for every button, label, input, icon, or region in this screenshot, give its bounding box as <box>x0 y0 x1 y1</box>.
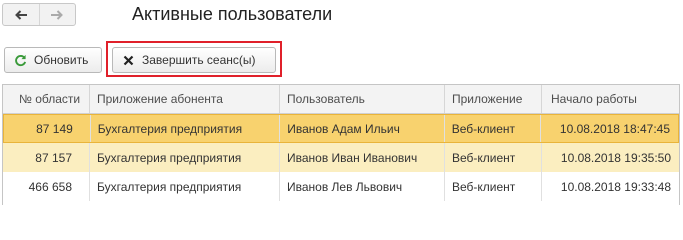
column-header-subscriber-app[interactable]: Приложение абонента <box>89 85 279 113</box>
back-button[interactable] <box>3 4 39 25</box>
cell-user: Иванов Лев Львович <box>279 172 444 201</box>
table-row[interactable]: 87 157 Бухгалтерия предприятия Иванов Ив… <box>3 143 679 172</box>
column-header-user[interactable]: Пользователь <box>279 85 444 113</box>
cell-start: 10.08.2018 19:35:50 <box>541 143 679 172</box>
cell-area: 466 658 <box>28 179 72 194</box>
cell-start: 10.08.2018 19:33:48 <box>541 172 679 201</box>
table-header: № области Приложение абонента Пользовате… <box>3 85 679 114</box>
cell-area: 87 149 <box>36 121 73 136</box>
end-session-label: Завершить сеанс(ы) <box>142 53 256 67</box>
forward-button[interactable] <box>38 4 76 25</box>
refresh-button[interactable]: Обновить <box>4 47 102 73</box>
sessions-table: № области Приложение абонента Пользовате… <box>2 84 680 205</box>
nav-buttons <box>2 3 76 26</box>
end-session-button[interactable]: Завершить сеанс(ы) <box>112 47 276 73</box>
cell-app: Веб-клиент <box>443 115 541 142</box>
refresh-icon <box>13 53 27 67</box>
table-row[interactable]: 466 658 Бухгалтерия предприятия Иванов Л… <box>3 172 679 201</box>
cell-subscriber-app: Бухгалтерия предприятия <box>89 143 279 172</box>
cell-user: Иванов Адам Ильич <box>279 115 444 142</box>
column-header-app[interactable]: Приложение <box>444 85 541 113</box>
arrow-right-icon <box>51 9 64 20</box>
cell-start: 10.08.2018 18:47:45 <box>540 115 678 142</box>
cell-area: 87 157 <box>35 150 72 165</box>
cell-app: Веб-клиент <box>444 143 541 172</box>
cell-user: Иванов Иван Иванович <box>279 143 444 172</box>
column-header-area[interactable]: № области <box>3 85 89 113</box>
cell-subscriber-app: Бухгалтерия предприятия <box>89 115 279 142</box>
close-icon <box>121 53 135 67</box>
cell-app: Веб-клиент <box>444 172 541 201</box>
table-row[interactable]: 87 149 Бухгалтерия предприятия Иванов Ад… <box>3 114 679 143</box>
refresh-label: Обновить <box>34 53 89 67</box>
page-title: Активные пользователи <box>132 4 333 24</box>
arrow-left-icon <box>14 9 27 20</box>
column-header-start[interactable]: Начало работы <box>541 85 679 113</box>
cell-subscriber-app: Бухгалтерия предприятия <box>89 172 279 201</box>
